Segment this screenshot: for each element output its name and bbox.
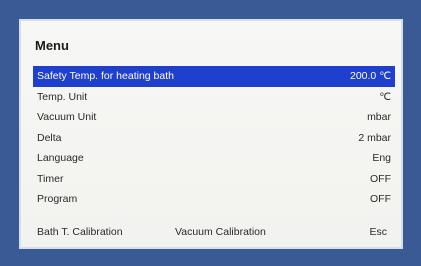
menu-list: Safety Temp. for heating bath 200.0 ℃ Te… xyxy=(33,66,395,210)
device-display-screen: Menu Safety Temp. for heating bath 200.0… xyxy=(19,19,403,249)
menu-item-label: Timer xyxy=(37,172,64,185)
menu-item-label: Vacuum Unit xyxy=(37,111,97,123)
esc-button[interactable]: Esc xyxy=(369,226,387,238)
menu-item-program[interactable]: Program OFF xyxy=(33,189,395,210)
menu-item-language[interactable]: Language Eng xyxy=(33,148,395,169)
menu-item-value: OFF xyxy=(370,172,391,185)
menu-item-value: 200.0 ℃ xyxy=(350,70,391,82)
menu-item-value: mbar xyxy=(367,111,391,123)
softkey-bar: Bath T. Calibration Vacuum Calibration E… xyxy=(35,226,389,244)
menu-item-value: ℃ xyxy=(379,90,391,103)
menu-item-value: OFF xyxy=(370,193,391,205)
menu-item-value: 2 mbar xyxy=(358,131,391,144)
menu-item-label: Temp. Unit xyxy=(37,90,88,103)
menu-item-delta[interactable]: Delta 2 mbar xyxy=(33,128,395,149)
vacuum-calibration-button[interactable]: Vacuum Calibration xyxy=(175,226,266,238)
menu-title: Menu xyxy=(35,38,69,53)
menu-item-timer[interactable]: Timer OFF xyxy=(33,169,395,190)
bath-calibration-button[interactable]: Bath T. Calibration xyxy=(37,226,123,238)
menu-item-label: Language xyxy=(37,152,84,164)
menu-item-value: Eng xyxy=(372,152,391,164)
menu-item-safety-temp[interactable]: Safety Temp. for heating bath 200.0 ℃ xyxy=(33,66,395,87)
menu-item-label: Program xyxy=(37,193,78,205)
menu-item-label: Delta xyxy=(37,131,62,144)
menu-item-temp-unit[interactable]: Temp. Unit ℃ xyxy=(33,87,395,108)
menu-item-vacuum-unit[interactable]: Vacuum Unit mbar xyxy=(33,107,395,128)
menu-item-label: Safety Temp. for heating bath xyxy=(37,70,174,82)
